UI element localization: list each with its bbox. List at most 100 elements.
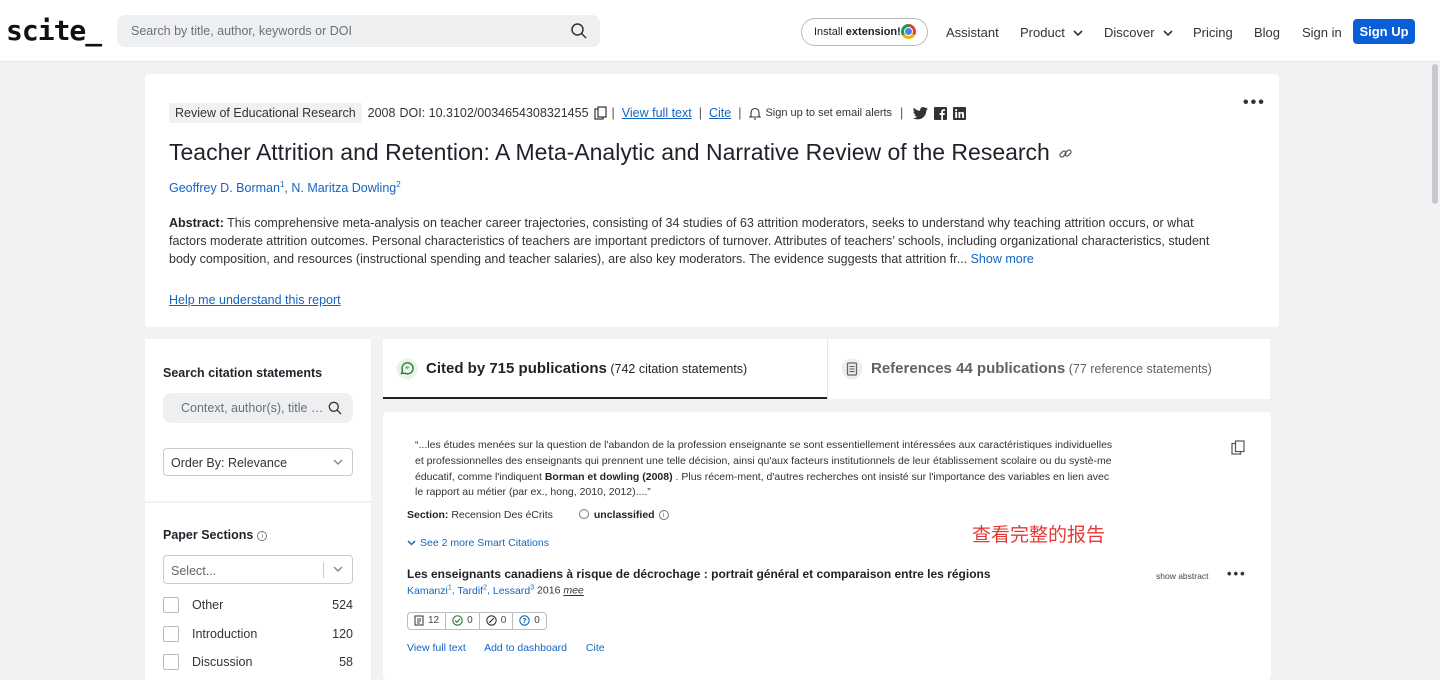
sign-up-button[interactable]: Sign Up bbox=[1353, 19, 1415, 44]
contrasting-badge[interactable]: ? 0 bbox=[513, 613, 546, 629]
author-link[interactable]: Tardif2 bbox=[457, 584, 488, 597]
chevron-down-icon bbox=[1073, 30, 1083, 37]
author-link[interactable]: N. Maritza Dowling2 bbox=[291, 180, 401, 195]
email-alerts-link[interactable]: Sign up to set email alerts bbox=[765, 107, 892, 119]
supporting-badge[interactable]: 0 bbox=[446, 613, 480, 629]
copy-icon[interactable] bbox=[1231, 440, 1245, 455]
nav-discover[interactable]: Discover bbox=[1104, 25, 1173, 40]
cite-link[interactable]: Cite bbox=[586, 642, 605, 654]
citation-bubble-icon: ” bbox=[396, 358, 418, 380]
abstract-label: Abstract: bbox=[169, 216, 224, 230]
section-label: Introduction bbox=[192, 627, 258, 641]
scite-logo[interactable]: scite_ bbox=[6, 14, 102, 47]
section-filter-discussion[interactable]: Discussion 58 bbox=[163, 653, 353, 671]
bell-icon bbox=[749, 107, 762, 120]
full-report-annotation: 查看完整的报告 bbox=[972, 524, 1106, 546]
classification-radio[interactable] bbox=[578, 509, 589, 519]
chevron-down-icon bbox=[407, 540, 416, 546]
section-filter-other[interactable]: Other 524 bbox=[163, 596, 353, 614]
see-more-smart-citations[interactable]: See 2 more Smart Citations bbox=[407, 537, 549, 549]
author-affiliation-number: 2 bbox=[396, 180, 401, 189]
journal-name[interactable]: Review of Educational Research bbox=[169, 103, 362, 123]
nav-discover-label: Discover bbox=[1104, 25, 1155, 40]
author-affiliation-number: 1 bbox=[279, 180, 285, 189]
citation-search-input[interactable]: Context, author(s), title e... bbox=[163, 393, 353, 423]
cited-by-count: Cited by 715 publications bbox=[426, 360, 607, 377]
view-full-text-link[interactable]: View full text bbox=[407, 642, 466, 654]
link-icon[interactable] bbox=[1058, 146, 1073, 161]
checkbox[interactable] bbox=[163, 626, 179, 642]
linkedin-icon[interactable] bbox=[953, 106, 967, 120]
paper-sections-select[interactable]: Select... bbox=[163, 555, 353, 584]
section-label: Section: bbox=[407, 509, 449, 521]
author-affiliation-number: 1 bbox=[447, 584, 452, 591]
section-count: 524 bbox=[332, 598, 353, 612]
view-full-text-link[interactable]: View full text bbox=[622, 106, 692, 120]
paper-sections-label: Paper Sections i bbox=[163, 528, 268, 542]
author-affiliation-number: 2 bbox=[483, 584, 488, 591]
paper-sections-label-text: Paper Sections bbox=[163, 528, 254, 542]
chevron-down-icon bbox=[1163, 30, 1173, 37]
citation-search-placeholder: Context, author(s), title e... bbox=[181, 401, 327, 415]
citation-tabs: ” Cited by 715 publications (742 citatio… bbox=[383, 339, 1270, 399]
section-label: Discussion bbox=[192, 655, 253, 669]
checkbox[interactable] bbox=[163, 654, 179, 670]
twitter-icon[interactable] bbox=[913, 106, 929, 120]
publication-venue[interactable]: mee bbox=[563, 585, 583, 597]
search-placeholder: Search by title, author, keywords or DOI bbox=[131, 24, 352, 38]
reference-statements-count: (77 reference statements) bbox=[1065, 362, 1212, 376]
citation-actions: View full text Add to dashboard Cite bbox=[407, 642, 621, 654]
chrome-icon bbox=[901, 24, 916, 39]
install-label-bold: extension! bbox=[845, 26, 901, 38]
show-abstract-link[interactable]: show abstract bbox=[1156, 571, 1208, 581]
search-icon[interactable] bbox=[570, 22, 588, 40]
publication-year: 2016 bbox=[537, 584, 561, 597]
author-link[interactable]: Geoffrey D. Borman1 bbox=[169, 180, 285, 195]
author-link[interactable]: Kamanzi1 bbox=[407, 584, 452, 597]
page-scrollbar-thumb[interactable] bbox=[1432, 64, 1438, 204]
show-more-link[interactable]: Show more bbox=[967, 252, 1034, 266]
nav-sign-in[interactable]: Sign in bbox=[1302, 25, 1342, 40]
nav-blog[interactable]: Blog bbox=[1254, 25, 1280, 40]
badge-value: 0 bbox=[467, 615, 473, 626]
citation-tally-badges: 12 0 0 ? 0 bbox=[407, 612, 547, 630]
nav-pricing[interactable]: Pricing bbox=[1193, 25, 1233, 40]
search-citation-statements-label: Search citation statements bbox=[163, 366, 323, 380]
section-value: Recension Des éCrits bbox=[448, 509, 553, 521]
nav-assistant[interactable]: Assistant bbox=[946, 25, 999, 40]
more-options-icon[interactable]: ••• bbox=[1227, 566, 1247, 581]
paper-title: Teacher Attrition and Retention: A Meta-… bbox=[169, 139, 1073, 166]
author-link[interactable]: Lessard3 bbox=[493, 584, 534, 597]
section-filter-introduction[interactable]: Introduction 120 bbox=[163, 625, 353, 643]
install-extension-button[interactable]: Install extension! bbox=[801, 18, 928, 46]
badge-value: 0 bbox=[500, 615, 507, 626]
checkbox[interactable] bbox=[163, 597, 179, 613]
tab-cited-by[interactable]: ” Cited by 715 publications (742 citatio… bbox=[383, 339, 827, 399]
paper-sections-panel: Paper Sections i Select... Other 524 Intr… bbox=[145, 503, 371, 680]
order-by-select[interactable]: Order By: Relevance bbox=[163, 448, 353, 476]
cite-link[interactable]: Cite bbox=[709, 106, 731, 120]
facebook-icon[interactable] bbox=[934, 106, 948, 120]
citation-statement-card: “...les études menées sur la question de… bbox=[383, 412, 1271, 680]
copy-icon[interactable] bbox=[593, 106, 608, 120]
info-icon[interactable]: i bbox=[658, 510, 669, 520]
citing-publication-title[interactable]: Les enseignants canadiens à risque de dé… bbox=[407, 567, 991, 581]
publications-count-badge[interactable]: 12 bbox=[408, 613, 447, 629]
contrasting-icon: ? bbox=[519, 615, 530, 626]
mentioning-icon bbox=[485, 615, 497, 626]
tab-references[interactable]: References 44 publications (77 reference… bbox=[827, 339, 1270, 399]
citation-section: Section: Recension Des éCrits unclassifie… bbox=[407, 509, 669, 521]
info-icon[interactable]: i bbox=[257, 531, 268, 541]
more-options-icon[interactable]: ••• bbox=[1243, 94, 1266, 112]
svg-text:”: ” bbox=[405, 366, 410, 374]
nav-product[interactable]: Product bbox=[1020, 25, 1083, 40]
search-icon[interactable] bbox=[328, 401, 342, 415]
classification-label: unclassified bbox=[593, 509, 655, 521]
add-to-dashboard-link[interactable]: Add to dashboard bbox=[484, 642, 567, 654]
supporting-icon bbox=[452, 615, 463, 626]
references-count: References 44 publications bbox=[871, 360, 1066, 377]
citation-search-panel: Search citation statements Context, auth… bbox=[145, 339, 371, 501]
help-understand-report-link[interactable]: Help me understand this report bbox=[169, 293, 341, 307]
search-bar[interactable]: Search by title, author, keywords or DOI bbox=[117, 15, 600, 47]
mentioning-badge[interactable]: 0 bbox=[480, 613, 514, 629]
